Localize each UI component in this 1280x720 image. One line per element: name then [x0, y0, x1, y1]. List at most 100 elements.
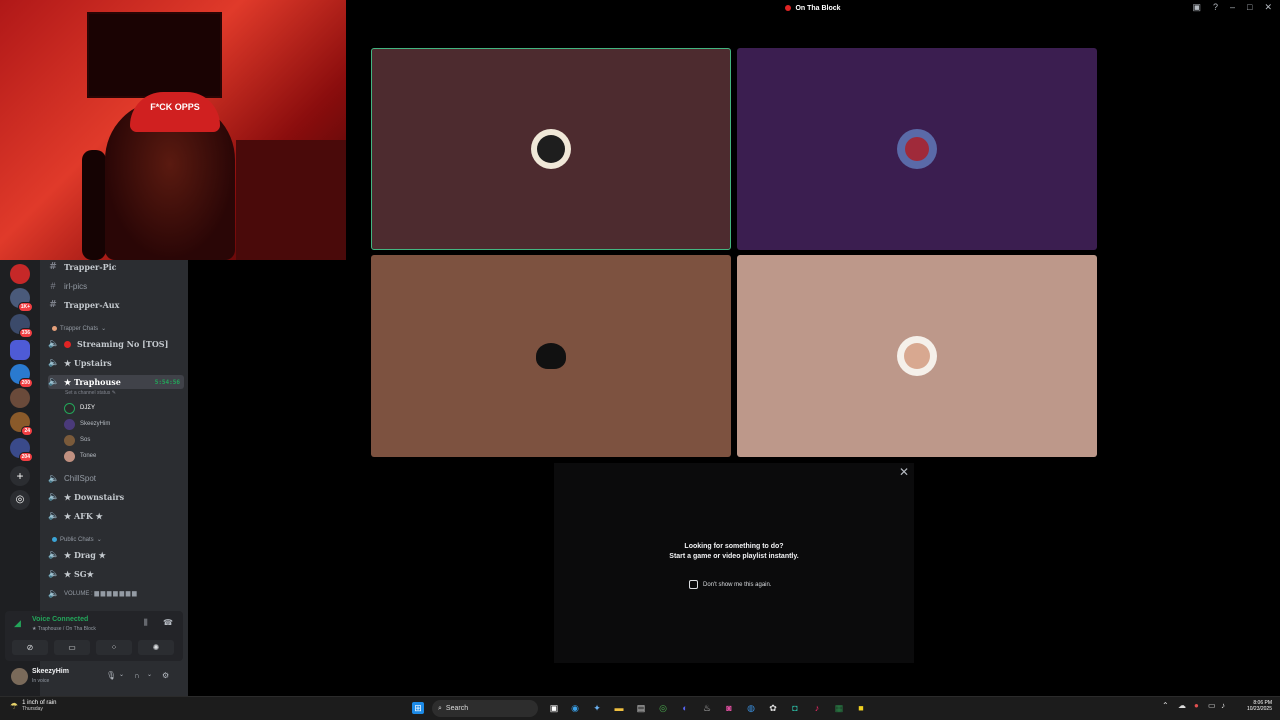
inbox-icon[interactable]: ▣ [1192, 2, 1201, 13]
unread-badge: 336 [18, 328, 33, 338]
app-icon[interactable]: ◍ [745, 702, 757, 714]
start-button-icon[interactable]: ⊞ [412, 702, 424, 714]
voice-member[interactable]: Tonee [64, 449, 96, 463]
participant-tile[interactable] [737, 48, 1097, 250]
speaker-icon: 🔈 [48, 492, 60, 502]
title-bar: On Tha Block ▣ ? – □ ✕ [346, 0, 1280, 16]
voice-member[interactable]: DJΣY [64, 401, 95, 415]
weather-widget[interactable]: ☂ 1 inch of rain Thursday [10, 700, 56, 712]
voice-location[interactable]: ★ Traphouse / On Tha Block [32, 626, 96, 632]
discord-icon[interactable]: ◐ [679, 702, 691, 714]
volume-icon[interactable]: ♪ [1221, 701, 1225, 710]
discover-icon[interactable]: ◎ [10, 490, 30, 510]
voice-channel[interactable]: 🔈 Streaming No [TOS] [48, 337, 184, 351]
voice-channel-active[interactable]: 🔈 ★ Traphouse 5:54:56 [48, 375, 184, 389]
mic-tray-icon[interactable]: ● [1194, 701, 1199, 710]
text-channel[interactable]: # Trapper-Pic [48, 260, 184, 274]
server-icon[interactable]: 24 [10, 412, 33, 436]
server-icon[interactable]: 200 [10, 364, 33, 388]
window-title: On Tha Block [785, 5, 841, 12]
help-icon[interactable]: ? [1213, 2, 1218, 13]
server-icon[interactable] [10, 264, 30, 284]
server-icon[interactable]: 336 [10, 314, 33, 338]
add-server-icon[interactable]: + [10, 466, 30, 486]
prompt-subheading: Start a game or video playlist instantly… [669, 553, 799, 560]
maximize-button[interactable]: □ [1247, 2, 1252, 13]
voice-channel[interactable]: 🔈 ★ SG★ [48, 567, 184, 581]
folder-icon[interactable] [10, 340, 30, 360]
signal-icon[interactable]: ◢ [14, 618, 21, 629]
store-icon[interactable]: ▤ [635, 702, 647, 714]
server-icon[interactable] [10, 388, 30, 408]
screenshare-button[interactable]: ▭ [54, 640, 90, 655]
camera-button[interactable]: ⊘ [12, 640, 48, 655]
disconnect-icon[interactable]: ☎ [163, 618, 173, 627]
chevron-down-icon[interactable]: ⌄ [119, 671, 124, 678]
soundboard-button[interactable]: ✺ [138, 640, 174, 655]
unread-badge: 1K+ [17, 302, 33, 312]
steam-icon[interactable]: ♨ [701, 702, 713, 714]
chevron-up-icon[interactable]: ⌃ [1162, 701, 1169, 710]
edge-icon[interactable]: ◉ [569, 702, 581, 714]
close-button[interactable]: ✕ [1264, 2, 1272, 13]
instagram-icon[interactable]: ◙ [723, 702, 735, 714]
username[interactable]: SkeezyHim [32, 668, 69, 675]
hat-text: F*CK OPPS [130, 92, 220, 132]
voice-channel[interactable]: 🔈 ★ Downstairs [48, 490, 184, 504]
activity-button[interactable]: ⁘ [96, 640, 132, 655]
hashtag-icon: # [49, 262, 57, 272]
task-view-icon[interactable]: ▣ [548, 702, 560, 714]
server-icon[interactable]: 1K+ [10, 288, 33, 312]
participant-avatar [897, 129, 937, 169]
headphones-icon[interactable]: ∩ [134, 671, 140, 680]
sticky-notes-icon[interactable]: ■ [855, 702, 867, 714]
excel-icon[interactable]: ▦ [833, 702, 845, 714]
noise-suppression-icon[interactable]: ⫼ [144, 618, 148, 628]
voice-channel[interactable]: 🔈 VOLUME : ▆ ▆ ▆ ▆ ▆ ▆ ▆ [48, 586, 184, 600]
participant-tile-speaking[interactable] [371, 48, 731, 250]
microphone-icon[interactable]: 🎙 [106, 671, 116, 680]
speaker-icon: 🔈 [48, 358, 60, 368]
category-header[interactable]: Public Chats ⌄ [52, 536, 102, 543]
category-icon [52, 326, 57, 331]
recording-icon [785, 5, 792, 11]
voice-channel[interactable]: 🔈 ★ Drag ★ [48, 548, 184, 562]
app-icon[interactable]: ◘ [789, 702, 801, 714]
voice-channel[interactable]: 🔈 ★ AFK ★ [48, 509, 184, 523]
webcam-overlay: F*CK OPPS [0, 0, 346, 260]
text-channel[interactable]: # Trapper-Aux [48, 298, 184, 312]
text-channel[interactable]: # irl-pics [48, 279, 184, 293]
voice-channel[interactable]: 🔈 ChillSpot [48, 471, 184, 485]
copilot-icon[interactable]: ✦ [591, 702, 603, 714]
voice-member[interactable]: SkeezyHim [64, 417, 110, 431]
hashtag-icon: # [49, 300, 57, 310]
avatar [64, 450, 75, 462]
server-icon[interactable]: 204 [10, 438, 33, 462]
close-icon[interactable]: ✕ [899, 465, 909, 479]
category-header[interactable]: Trapper Chats ⌄ [52, 325, 106, 332]
chrome-icon[interactable]: ◎ [657, 702, 669, 714]
participant-avatar [531, 336, 571, 376]
dont-show-again-checkbox[interactable]: Don't show me this again. [689, 580, 772, 589]
participant-avatar [531, 129, 571, 169]
participant-tile[interactable] [737, 255, 1097, 457]
search-box[interactable]: ⌕ Search [432, 700, 538, 717]
participant-tile[interactable] [371, 255, 731, 457]
chatgpt-icon[interactable]: ✿ [767, 702, 779, 714]
voice-member[interactable]: Sos [64, 433, 90, 447]
checkbox-icon[interactable] [689, 580, 698, 589]
tiktok-icon[interactable]: ♪ [811, 702, 823, 714]
settings-gear-icon[interactable]: ⚙ [162, 671, 169, 680]
cloud-icon[interactable]: ☁ [1178, 701, 1186, 710]
call-timer: 5:54:56 [154, 378, 180, 386]
voice-channel[interactable]: 🔈 ★ Upstairs [48, 356, 184, 370]
speaker-icon: 🔈 [48, 377, 60, 387]
globe-icon [52, 537, 57, 542]
file-explorer-icon[interactable]: ▬ [613, 702, 625, 714]
chevron-down-icon[interactable]: ⌄ [147, 671, 152, 678]
minimize-button[interactable]: – [1230, 2, 1235, 13]
user-avatar[interactable] [11, 668, 28, 685]
channel-status-hint[interactable]: Set a channel status ✎ [65, 390, 116, 396]
clock[interactable]: 8:06 PM 10/23/2025 [1238, 700, 1272, 712]
network-icon[interactable]: ▭ [1208, 701, 1216, 710]
